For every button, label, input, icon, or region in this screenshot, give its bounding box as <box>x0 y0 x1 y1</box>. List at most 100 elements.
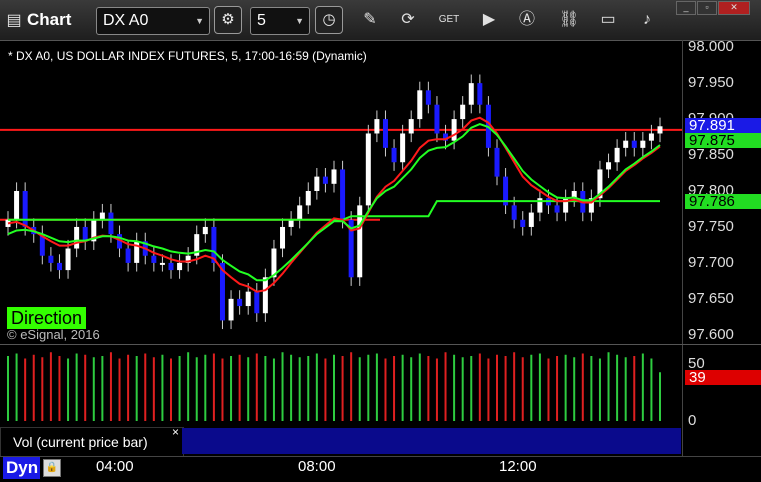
refresh-icon[interactable]: ⟳ <box>398 10 418 30</box>
symbol-dropdown[interactable]: DX A0 ▼ <box>96 7 210 35</box>
volume-bar <box>496 354 498 421</box>
volume-bar <box>375 353 378 421</box>
volume-bar <box>238 354 241 421</box>
candle-body <box>382 119 388 148</box>
volume-bar <box>170 358 172 421</box>
candle-body <box>554 205 560 213</box>
analytics-icon[interactable]: Ⓐ <box>517 10 537 30</box>
candle-body <box>623 140 629 148</box>
candle-body <box>168 262 174 271</box>
volume-bar <box>118 358 121 421</box>
candle-body <box>288 219 294 227</box>
volume-bar <box>547 358 550 421</box>
candle-body <box>657 126 663 134</box>
candle-body <box>305 191 311 206</box>
chevron-down-icon: ▼ <box>295 16 304 26</box>
ma-red-line <box>7 116 661 293</box>
ma-fast-tag: 97.875 <box>685 133 761 148</box>
candle-body <box>228 298 234 321</box>
symbol-value: DX A0 <box>103 12 149 29</box>
volume-bar <box>659 372 661 421</box>
volume-bar <box>221 358 224 421</box>
volume-bar <box>538 353 541 421</box>
axis-separator <box>682 40 683 456</box>
volume-title: Vol (current price bar) <box>13 434 148 450</box>
volume-bar <box>195 357 198 421</box>
close-icon[interactable]: ✕ <box>718 1 750 15</box>
volume-bar <box>581 353 584 421</box>
settings-icon[interactable]: ⚙ <box>214 6 242 34</box>
volume-chart[interactable] <box>0 346 682 426</box>
candle-body <box>640 140 646 148</box>
toolbar: ▤ Chart DX A0 ▼ ⚙ 5 ▼ ◷ ✎ ⟳ GET ▶ Ⓐ ⛓ ▭ … <box>0 0 761 41</box>
candle-body <box>451 119 457 141</box>
maximize-icon[interactable]: ▫ <box>697 1 717 15</box>
volume-bar <box>393 356 396 421</box>
volume-bar <box>41 357 44 421</box>
interval-value: 5 <box>257 12 266 29</box>
twitter-icon[interactable]: ♪ <box>637 10 657 30</box>
time-label-0400: 04:00 <box>96 458 134 475</box>
price-tick-label: 97.750 <box>688 217 734 235</box>
lock-icon[interactable]: 🔒 <box>43 459 61 477</box>
candle-body <box>297 205 303 220</box>
minimize-icon[interactable]: _ <box>676 1 696 15</box>
candle-body <box>374 119 380 134</box>
volume-bar <box>624 357 627 421</box>
panel-divider <box>0 344 761 345</box>
price-tick-label: 97.700 <box>688 253 734 271</box>
volume-bar <box>504 356 507 421</box>
play-icon[interactable]: ▶ <box>479 10 499 30</box>
volume-close-icon[interactable]: × <box>172 425 179 439</box>
volume-bar <box>67 358 70 421</box>
candle-body <box>408 119 414 134</box>
volume-bar <box>478 353 481 421</box>
volume-bar <box>444 352 447 421</box>
volume-bar <box>315 353 318 421</box>
link-icon[interactable]: ⛓ <box>559 10 579 30</box>
candle-body <box>614 147 620 163</box>
candle-body <box>159 262 165 265</box>
pencil-icon[interactable]: ✎ <box>360 10 380 30</box>
candle-body <box>14 191 20 220</box>
volume-bar <box>101 356 104 421</box>
clock-icon[interactable]: ◷ <box>315 6 343 34</box>
candle-body <box>262 277 268 314</box>
candle-body <box>202 226 208 235</box>
volume-bar <box>324 358 327 421</box>
candle-body <box>48 255 54 263</box>
volume-bar <box>24 358 27 421</box>
get-icon[interactable]: GET <box>437 10 461 30</box>
volume-tick-0: 0 <box>688 412 697 429</box>
volume-bar <box>633 356 636 421</box>
candle-body <box>331 169 337 184</box>
candle-body <box>254 291 260 314</box>
comment-icon[interactable]: ▭ <box>598 10 618 30</box>
volume-bar <box>15 353 18 421</box>
candle-body <box>391 147 397 163</box>
chart-description: * DX A0, US DOLLAR INDEX FUTURES, 5, 17:… <box>8 49 367 63</box>
candle-body <box>56 262 62 271</box>
volume-bar <box>32 354 35 421</box>
volume-bar <box>109 352 112 421</box>
candle-body <box>468 83 474 105</box>
interval-dropdown[interactable]: 5 ▼ <box>250 7 310 35</box>
price-tick-label: 97.650 <box>688 289 734 307</box>
volume-bar <box>212 353 215 421</box>
volume-bar <box>470 356 473 421</box>
candle-body <box>425 90 431 105</box>
chart-window: ▤ Chart DX A0 ▼ ⚙ 5 ▼ ◷ ✎ ⟳ GET ▶ Ⓐ ⛓ ▭ … <box>0 0 761 482</box>
volume-bar <box>84 354 87 421</box>
volume-axis-blank <box>683 428 761 454</box>
candle-body <box>245 291 251 307</box>
price-tick-label: 97.950 <box>688 74 734 92</box>
volume-bar <box>435 358 438 421</box>
dyn-button[interactable]: Dyn <box>3 457 40 479</box>
copyright-label: © eSignal, 2016 <box>7 327 100 342</box>
volume-bar <box>590 356 593 421</box>
volume-title-box: Vol (current price bar) <box>0 427 184 457</box>
volume-bar <box>453 354 456 421</box>
volume-bar <box>616 354 619 421</box>
price-chart[interactable] <box>0 40 682 342</box>
candle-body <box>648 133 654 141</box>
